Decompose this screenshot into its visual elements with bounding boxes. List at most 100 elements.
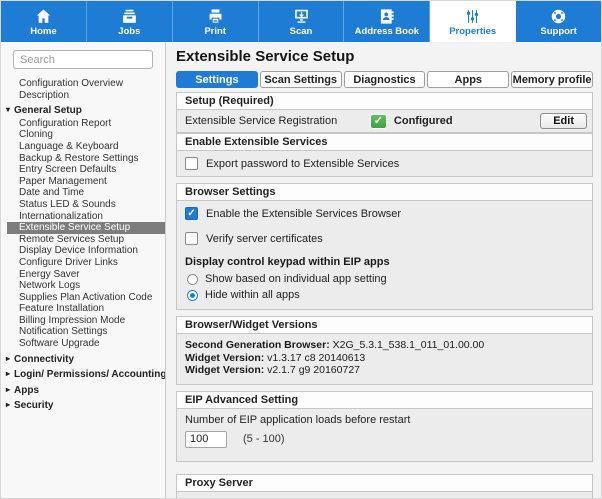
sidebar-item-label: Cloning <box>19 129 53 140</box>
tab-label: Memory profile <box>513 74 592 86</box>
tab-memory-profile[interactable]: Memory profile <box>511 71 593 88</box>
nav-tab-label: Properties <box>449 27 496 37</box>
section-header-eip-advanced-setting: EIP Advanced Setting <box>176 391 593 409</box>
nav-tab-properties[interactable]: Properties <box>430 1 516 42</box>
settings-sidebar: Configuration Overview Description ▾Gene… <box>1 42 166 499</box>
checkbox-icon[interactable] <box>185 157 198 170</box>
tab-label: Diagnostics <box>353 74 415 86</box>
search-input[interactable] <box>13 50 153 69</box>
sidebar-item-label: Connectivity <box>14 354 74 365</box>
sidebar-item-language-keyboard[interactable]: Language & Keyboard <box>7 141 165 153</box>
edit-button[interactable]: Edit <box>540 113 587 129</box>
tab-label: Settings <box>195 74 238 86</box>
nav-tab-scan[interactable]: Scan <box>259 1 345 42</box>
sidebar-item-configure-driver-links[interactable]: Configure Driver Links <box>7 257 165 269</box>
sidebar-item-label: Apps <box>14 385 39 396</box>
scan-icon <box>292 7 311 26</box>
home-icon <box>34 7 53 26</box>
sidebar-item-connectivity[interactable]: ▸Connectivity <box>1 353 165 366</box>
nav-tab-print[interactable]: Print <box>173 1 259 42</box>
sidebar-item-feature-installation[interactable]: Feature Installation <box>7 303 165 315</box>
sidebar-item-notification-settings[interactable]: Notification Settings <box>7 326 165 338</box>
sidebar-item-label: Configure Driver Links <box>19 257 118 268</box>
sidebar-item-label: Configuration Report <box>19 118 111 129</box>
sidebar-item-configuration-report[interactable]: Configuration Report <box>7 118 165 130</box>
tab-scan-settings[interactable]: Scan Settings <box>260 71 342 88</box>
sidebar-item-software-upgrade[interactable]: Software Upgrade <box>7 338 165 350</box>
nav-tab-home[interactable]: Home <box>1 1 87 42</box>
radio-label: Hide within all apps <box>205 289 300 301</box>
tab-diagnostics[interactable]: Diagnostics <box>344 71 426 88</box>
group-arrow-icon: ▸ <box>6 353 14 365</box>
group-arrow-icon: ▸ <box>6 399 14 411</box>
sidebar-item-configuration-overview[interactable]: Configuration Overview <box>7 78 165 90</box>
version-line: Widget Version: v2.1.7 g9 20160727 <box>185 364 584 377</box>
sidebar-item-apps[interactable]: ▸Apps <box>1 384 165 397</box>
sidebar-item-label: Energy Saver <box>19 269 80 280</box>
status-text: Configured <box>394 115 453 127</box>
nav-tab-label: Address Book <box>355 27 419 37</box>
registration-status: Configured <box>370 114 540 129</box>
sidebar-item-billing-impression-mode[interactable]: Billing Impression Mode <box>7 315 165 327</box>
radio-icon[interactable] <box>187 290 198 301</box>
sidebar-item-entry-screen-defaults[interactable]: Entry Screen Defaults <box>7 164 165 176</box>
radio-icon[interactable] <box>187 274 198 285</box>
content-tabs: Settings Scan Settings Diagnostics Apps … <box>176 71 593 88</box>
sidebar-item-label: General Setup <box>14 105 82 116</box>
sidebar-item-date-and-time[interactable]: Date and Time <box>7 187 165 199</box>
sidebar-item-supplies-plan-activation-code[interactable]: Supplies Plan Activation Code <box>7 292 165 304</box>
sidebar-item-status-led-sounds[interactable]: Status LED & Sounds <box>7 199 165 211</box>
sidebar-item-label: Status LED & Sounds <box>19 199 116 210</box>
nav-tab-address-book[interactable]: Address Book <box>344 1 430 42</box>
nav-tab-label: Support <box>540 27 576 37</box>
sidebar-item-label: Notification Settings <box>19 326 107 337</box>
version-value: v1.3.17 c8 20140613 <box>267 352 365 364</box>
sidebar-item-label: Language & Keyboard <box>19 141 119 152</box>
verify-certificates-row[interactable]: Verify server certificates <box>177 226 592 251</box>
page-title: Extensible Service Setup <box>176 48 593 65</box>
version-label: Widget Version: <box>185 364 264 376</box>
sidebar-item-login-permissions-accounting[interactable]: ▸Login/ Permissions/ Accounting <box>1 368 165 381</box>
eip-loads-input[interactable] <box>185 431 227 448</box>
nav-tab-support[interactable]: Support <box>516 1 601 42</box>
properties-sliders-icon <box>463 7 482 26</box>
sidebar-nav-list: Configuration Overview Description ▾Gene… <box>1 78 165 413</box>
sidebar-item-energy-saver[interactable]: Energy Saver <box>7 269 165 281</box>
sidebar-item-extensible-service-setup[interactable]: Extensible Service Setup <box>7 222 165 234</box>
nav-tab-jobs[interactable]: Jobs <box>87 1 173 42</box>
tab-settings[interactable]: Settings <box>176 71 258 88</box>
checkbox-icon[interactable] <box>185 232 198 245</box>
sidebar-item-label: Billing Impression Mode <box>19 315 125 326</box>
sidebar-item-network-logs[interactable]: Network Logs <box>7 280 165 292</box>
sidebar-item-label: Feature Installation <box>19 303 104 314</box>
support-life-ring-icon <box>549 7 568 26</box>
sidebar-item-description[interactable]: Description <box>7 90 165 102</box>
sidebar-item-paper-management[interactable]: Paper Management <box>7 176 165 188</box>
version-label: Second Generation Browser: <box>185 339 330 351</box>
sidebar-item-label: Description <box>19 90 69 101</box>
sidebar-item-remote-services-setup[interactable]: Remote Services Setup <box>7 234 165 246</box>
sidebar-item-label: Extensible Service Setup <box>19 222 130 233</box>
group-arrow-icon: ▾ <box>6 104 14 116</box>
radio-label: Show based on individual app setting <box>205 273 387 285</box>
sidebar-item-security[interactable]: ▸Security <box>1 399 165 412</box>
sidebar-item-backup-restore-settings[interactable]: Backup & Restore Settings <box>7 153 165 165</box>
version-line: Widget Version: v1.3.17 c8 20140613 <box>185 352 584 365</box>
sidebar-item-display-device-information[interactable]: Display Device Information <box>7 245 165 257</box>
nav-tab-label: Print <box>204 27 226 37</box>
version-label: Widget Version: <box>185 352 264 364</box>
checkbox-icon[interactable] <box>185 207 198 220</box>
checkbox-label: Verify server certificates <box>206 233 323 245</box>
section-header-proxy-server: Proxy Server <box>176 474 593 492</box>
sidebar-item-cloning[interactable]: Cloning <box>7 129 165 141</box>
export-password-row[interactable]: Export password to Extensible Services <box>177 151 592 176</box>
sidebar-item-general-setup[interactable]: ▾General Setup <box>1 104 165 117</box>
sidebar-item-label: Configuration Overview <box>19 78 123 89</box>
sidebar-item-label: Internationalization <box>19 211 103 222</box>
checkbox-label: Export password to Extensible Services <box>206 158 399 170</box>
enable-browser-row[interactable]: Enable the Extensible Services Browser <box>177 201 592 226</box>
tab-apps[interactable]: Apps <box>427 71 509 88</box>
sidebar-item-internationalization[interactable]: Internationalization <box>7 211 165 223</box>
keypad-option-hide[interactable]: Hide within all apps <box>177 287 592 303</box>
keypad-option-show[interactable]: Show based on individual app setting <box>177 271 592 287</box>
